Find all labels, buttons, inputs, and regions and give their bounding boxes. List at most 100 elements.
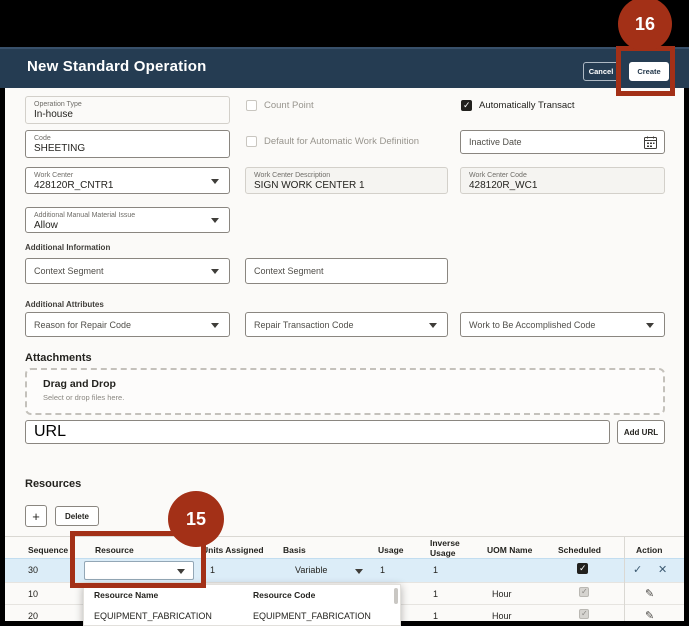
automatically-transact-checkbox-row: Automatically Transact: [461, 100, 575, 111]
work-center-select[interactable]: Work Center 428120R_CNTR1: [25, 167, 230, 194]
context-segment-input[interactable]: Context Segment: [245, 258, 448, 284]
cell-inverse-usage: 1: [433, 589, 438, 599]
count-point-checkbox-row: Count Point: [246, 100, 314, 111]
section-resources: Resources: [25, 478, 81, 490]
cancel-button[interactable]: Cancel: [583, 62, 619, 81]
default-awd-checkbox-row: Default for Automatic Work Definition: [246, 136, 419, 147]
cell-inverse-usage[interactable]: 1: [433, 565, 438, 575]
scheduled-checkbox: [579, 587, 589, 597]
reason-for-repair-code-select[interactable]: Reason for Repair Code: [25, 312, 230, 337]
drag-and-drop-zone[interactable]: Drag and Drop Select or drop files here.: [25, 368, 665, 415]
col-basis: Basis: [283, 545, 306, 555]
section-additional-information: Additional Information: [25, 243, 110, 252]
context-segment-input-placeholder: Context Segment: [254, 266, 324, 276]
cell-uom-name: Hour: [492, 611, 512, 621]
delete-resource-button[interactable]: Delete: [55, 506, 99, 526]
dropdown-col-resource-name: Resource Name: [94, 590, 158, 600]
callout-15-number: 15: [186, 509, 206, 530]
ammi-label: Additional Manual Material Issue: [34, 211, 221, 220]
edit-icon[interactable]: ✎: [645, 587, 654, 600]
scheduled-checkbox[interactable]: [577, 563, 588, 574]
code-field[interactable]: Code SHEETING: [25, 130, 230, 158]
scheduled-checkbox: [579, 609, 589, 619]
col-units-assigned: Units Assigned: [202, 545, 264, 555]
inactive-date-field[interactable]: Inactive Date: [460, 130, 665, 154]
section-additional-attributes: Additional Attributes: [25, 300, 104, 309]
callout-16-number: 16: [635, 14, 655, 35]
work-center-value: 428120R_CNTR1: [34, 180, 221, 193]
col-usage: Usage: [378, 545, 404, 555]
new-standard-operation-dialog: New Standard Operation Cancel Create Ope…: [0, 0, 689, 626]
work-center-code-value: 428120R_WC1: [469, 180, 656, 193]
calendar-icon[interactable]: [644, 136, 657, 154]
context-segment-select-placeholder: Context Segment: [34, 266, 104, 276]
operation-type-field: Operation Type In-house: [25, 96, 230, 124]
operation-type-value: In-house: [34, 109, 221, 122]
chevron-down-icon[interactable]: [429, 323, 437, 328]
col-scheduled: Scheduled: [558, 545, 601, 555]
col-sequence: Sequence: [28, 545, 68, 555]
drag-and-drop-title: Drag and Drop: [43, 378, 663, 390]
cell-sequence: 20: [28, 611, 38, 621]
dropdown-item-resource-name[interactable]: EQUIPMENT_FABRICATION: [94, 611, 212, 621]
dropdown-scrollbar[interactable]: [394, 588, 398, 604]
chevron-down-icon[interactable]: [211, 269, 219, 274]
default-awd-label: Default for Automatic Work Definition: [264, 136, 419, 147]
work-to-be-accomplished-code-select[interactable]: Work to Be Accomplished Code: [460, 312, 665, 337]
callout-badge-16: 16: [618, 0, 672, 51]
page-title: New Standard Operation: [27, 58, 206, 75]
cell-units-assigned[interactable]: 1: [210, 565, 215, 575]
edit-icon[interactable]: ✎: [645, 609, 654, 622]
resource-dropdown-panel: Resource Name Resource Code EQUIPMENT_FA…: [83, 584, 401, 626]
plus-icon: +: [32, 509, 40, 524]
code-label: Code: [34, 134, 221, 143]
automatically-transact-label: Automatically Transact: [479, 100, 575, 111]
work-center-description-value: SIGN WORK CENTER 1: [254, 180, 439, 193]
add-resource-button[interactable]: +: [25, 505, 47, 527]
code-value: SHEETING: [34, 143, 221, 156]
count-point-checkbox[interactable]: [246, 100, 257, 111]
context-segment-select[interactable]: Context Segment: [25, 258, 230, 284]
dropdown-item-resource-code[interactable]: EQUIPMENT_FABRICATION: [253, 611, 371, 621]
repair-transaction-code-placeholder: Repair Transaction Code: [254, 320, 354, 330]
cancel-icon[interactable]: ✕: [658, 563, 667, 576]
chevron-down-icon[interactable]: [355, 569, 363, 574]
operation-type-label: Operation Type: [34, 100, 221, 109]
confirm-icon[interactable]: ✓: [633, 563, 642, 576]
url-placeholder: URL: [34, 423, 66, 441]
add-url-button[interactable]: Add URL: [617, 420, 665, 444]
automatically-transact-checkbox[interactable]: [461, 100, 472, 111]
additional-manual-material-issue-select[interactable]: Additional Manual Material Issue Allow: [25, 207, 230, 233]
chevron-down-icon[interactable]: [646, 323, 654, 328]
ammi-value: Allow: [34, 220, 221, 233]
work-center-description-field: Work Center Description SIGN WORK CENTER…: [245, 167, 448, 194]
cell-uom-name: Hour: [492, 589, 512, 599]
repair-transaction-code-select[interactable]: Repair Transaction Code: [245, 312, 448, 337]
count-point-label: Count Point: [264, 100, 314, 111]
chevron-down-icon[interactable]: [211, 218, 219, 223]
default-awd-checkbox[interactable]: [246, 136, 257, 147]
chevron-down-icon[interactable]: [211, 179, 219, 184]
callout-badge-15: 15: [168, 491, 224, 547]
work-center-code-label: Work Center Code: [469, 171, 656, 180]
drag-and-drop-subtitle: Select or drop files here.: [43, 393, 663, 402]
col-action: Action: [636, 545, 662, 555]
work-to-be-accomplished-code-placeholder: Work to Be Accomplished Code: [469, 320, 595, 330]
cell-sequence: 10: [28, 589, 38, 599]
col-uom-name: UOM Name: [487, 545, 532, 555]
reason-for-repair-code-placeholder: Reason for Repair Code: [34, 320, 131, 330]
work-center-code-field: Work Center Code 428120R_WC1: [460, 167, 665, 194]
action-column-divider: [624, 536, 625, 621]
callout-rect-16: [616, 46, 675, 96]
work-center-label: Work Center: [34, 171, 221, 180]
chevron-down-icon[interactable]: [211, 323, 219, 328]
cell-basis-select[interactable]: Variable: [295, 565, 327, 575]
inactive-date-placeholder: Inactive Date: [469, 137, 522, 147]
work-center-description-label: Work Center Description: [254, 171, 439, 180]
cell-inverse-usage: 1: [433, 611, 438, 621]
cell-usage[interactable]: 1: [380, 565, 385, 575]
url-input[interactable]: URL: [25, 420, 610, 444]
col-inverse-usage: Inverse Usage: [430, 538, 464, 558]
section-attachments: Attachments: [25, 352, 92, 364]
cell-sequence: 30: [28, 565, 38, 575]
